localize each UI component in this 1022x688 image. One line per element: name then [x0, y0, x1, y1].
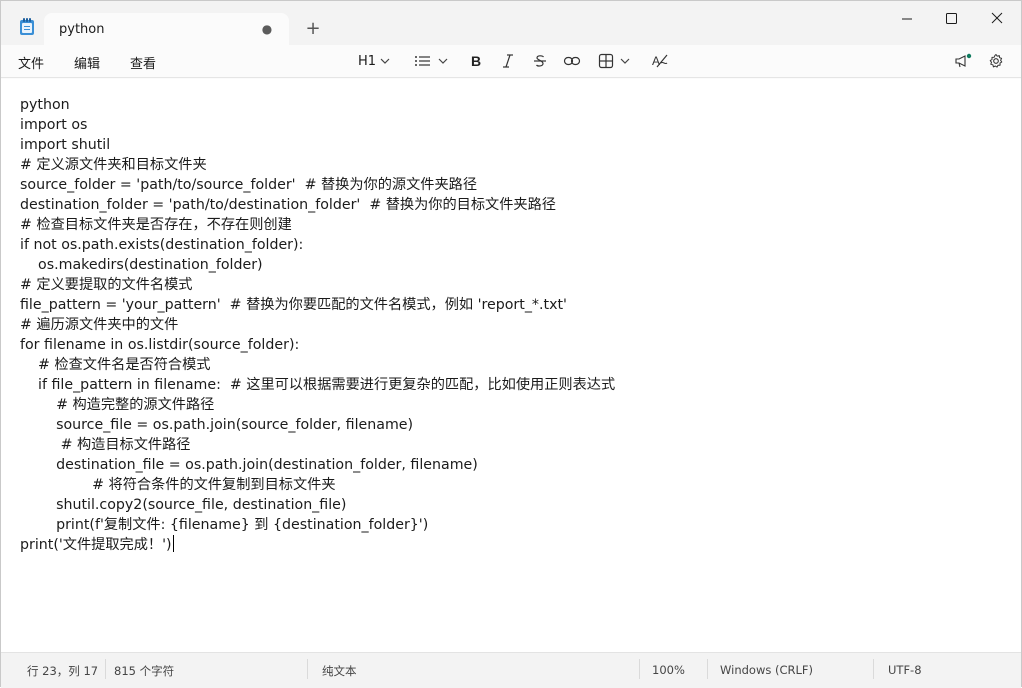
italic-icon — [503, 54, 513, 68]
feedback-button[interactable] — [954, 51, 972, 71]
editor-line: # 遍历源文件夹中的文件 — [20, 317, 179, 333]
editor-line: if not os.path.exists(destination_folder… — [20, 237, 304, 253]
settings-button[interactable] — [988, 51, 1004, 71]
table-icon — [598, 53, 614, 69]
editor-line: import os — [20, 117, 88, 133]
svg-text:B: B — [471, 53, 481, 69]
strikethrough-icon — [534, 55, 546, 67]
editor-line: # 检查目标文件夹是否存在，不存在则创建 — [20, 217, 292, 233]
new-tab-button[interactable]: + — [303, 19, 323, 39]
heading-label: H1 — [358, 53, 377, 69]
close-icon — [991, 12, 1003, 24]
menu-edit[interactable]: 编辑 — [74, 53, 100, 72]
notepad-window: python ● + 文件 编辑 查看 H1 B A python import… — [0, 0, 1022, 688]
svg-text:A: A — [652, 54, 660, 68]
editor-line: # 检查文件名是否符合模式 — [20, 357, 211, 373]
tab-title: python — [59, 22, 105, 37]
editor-line-last: print('文件提取完成！') — [20, 535, 174, 555]
editor-line: # 构造完整的源文件路径 — [20, 397, 215, 413]
status-bar: 行 23，列 17 815 个字符 纯文本 100% Windows (CRLF… — [1, 652, 1021, 688]
unsaved-dot-icon[interactable]: ● — [259, 21, 275, 37]
text-format[interactable]: 纯文本 — [322, 663, 357, 679]
editor-line: # 定义源文件夹和目标文件夹 — [20, 157, 207, 173]
encoding[interactable]: UTF-8 — [888, 663, 922, 677]
italic-button[interactable] — [500, 51, 516, 71]
line-ending[interactable]: Windows (CRLF) — [720, 663, 813, 677]
editor-line: python — [20, 97, 70, 113]
editor-line: # 将符合条件的文件复制到目标文件夹 — [20, 477, 336, 493]
list-dropdown[interactable] — [414, 51, 448, 71]
editor-line: if file_pattern in filename: # 这里可以根据需要进… — [20, 377, 616, 393]
maximize-button[interactable] — [929, 7, 973, 31]
editor-line: print(f'复制文件: {filename} 到 {destination_… — [20, 517, 429, 533]
maximize-icon — [946, 13, 957, 24]
editor-line: # 构造目标文件路径 — [20, 437, 191, 453]
close-button[interactable] — [975, 7, 1019, 31]
divider — [873, 659, 874, 679]
feedback-icon — [955, 53, 972, 68]
divider — [307, 659, 308, 679]
editor-line: destination_folder = 'path/to/destinatio… — [20, 197, 556, 213]
editor-line: os.makedirs(destination_folder) — [20, 257, 263, 273]
bold-icon: B — [471, 53, 481, 69]
link-button[interactable] — [563, 51, 581, 71]
text-editor[interactable]: python import os import shutil # 定义源文件夹和… — [1, 79, 1021, 652]
gear-icon — [989, 54, 1003, 68]
heading-dropdown[interactable]: H1 — [358, 51, 390, 71]
notepad-app-icon — [20, 18, 34, 35]
table-dropdown[interactable] — [598, 51, 630, 71]
strikethrough-button[interactable] — [532, 51, 548, 71]
editor-line: file_pattern = 'your_pattern' # 替换为你要匹配的… — [20, 297, 567, 313]
menu-view[interactable]: 查看 — [130, 53, 156, 72]
divider — [105, 659, 106, 679]
character-count: 815 个字符 — [114, 664, 175, 678]
menu-toolbar: 文件 编辑 查看 H1 B A — [1, 45, 1021, 78]
editor-line: source_file = os.path.join(source_folder… — [20, 417, 414, 433]
editor-line: destination_file = os.path.join(destinat… — [20, 457, 478, 473]
minimize-button[interactable] — [885, 7, 929, 31]
title-bar: python ● + — [1, 1, 1021, 46]
editor-line: shutil.copy2(source_file, destination_fi… — [20, 497, 347, 513]
editor-line-text: print('文件提取完成！') — [20, 537, 172, 553]
cursor-position: 行 23，列 17 — [27, 664, 99, 678]
minimize-icon — [902, 18, 912, 20]
editor-line: source_folder = 'path/to/source_folder' … — [20, 177, 478, 193]
divider — [707, 659, 708, 679]
chevron-down-icon — [438, 58, 448, 64]
clear-formatting-button[interactable]: A — [651, 51, 669, 71]
divider — [639, 659, 640, 679]
link-icon — [563, 56, 581, 66]
editor-line: # 定义要提取的文件名模式 — [20, 277, 193, 293]
clear-formatting-icon: A — [652, 54, 668, 68]
chevron-down-icon — [380, 58, 390, 64]
zoom-level[interactable]: 100% — [652, 663, 685, 677]
list-icon — [415, 56, 430, 66]
menu-file[interactable]: 文件 — [18, 53, 44, 72]
text-caret — [172, 535, 174, 552]
editor-line: for filename in os.listdir(source_folder… — [20, 337, 300, 353]
chevron-down-icon — [620, 58, 630, 64]
document-tab[interactable]: python ● — [44, 13, 289, 46]
editor-line: import shutil — [20, 137, 111, 153]
bold-button[interactable]: B — [468, 51, 484, 71]
